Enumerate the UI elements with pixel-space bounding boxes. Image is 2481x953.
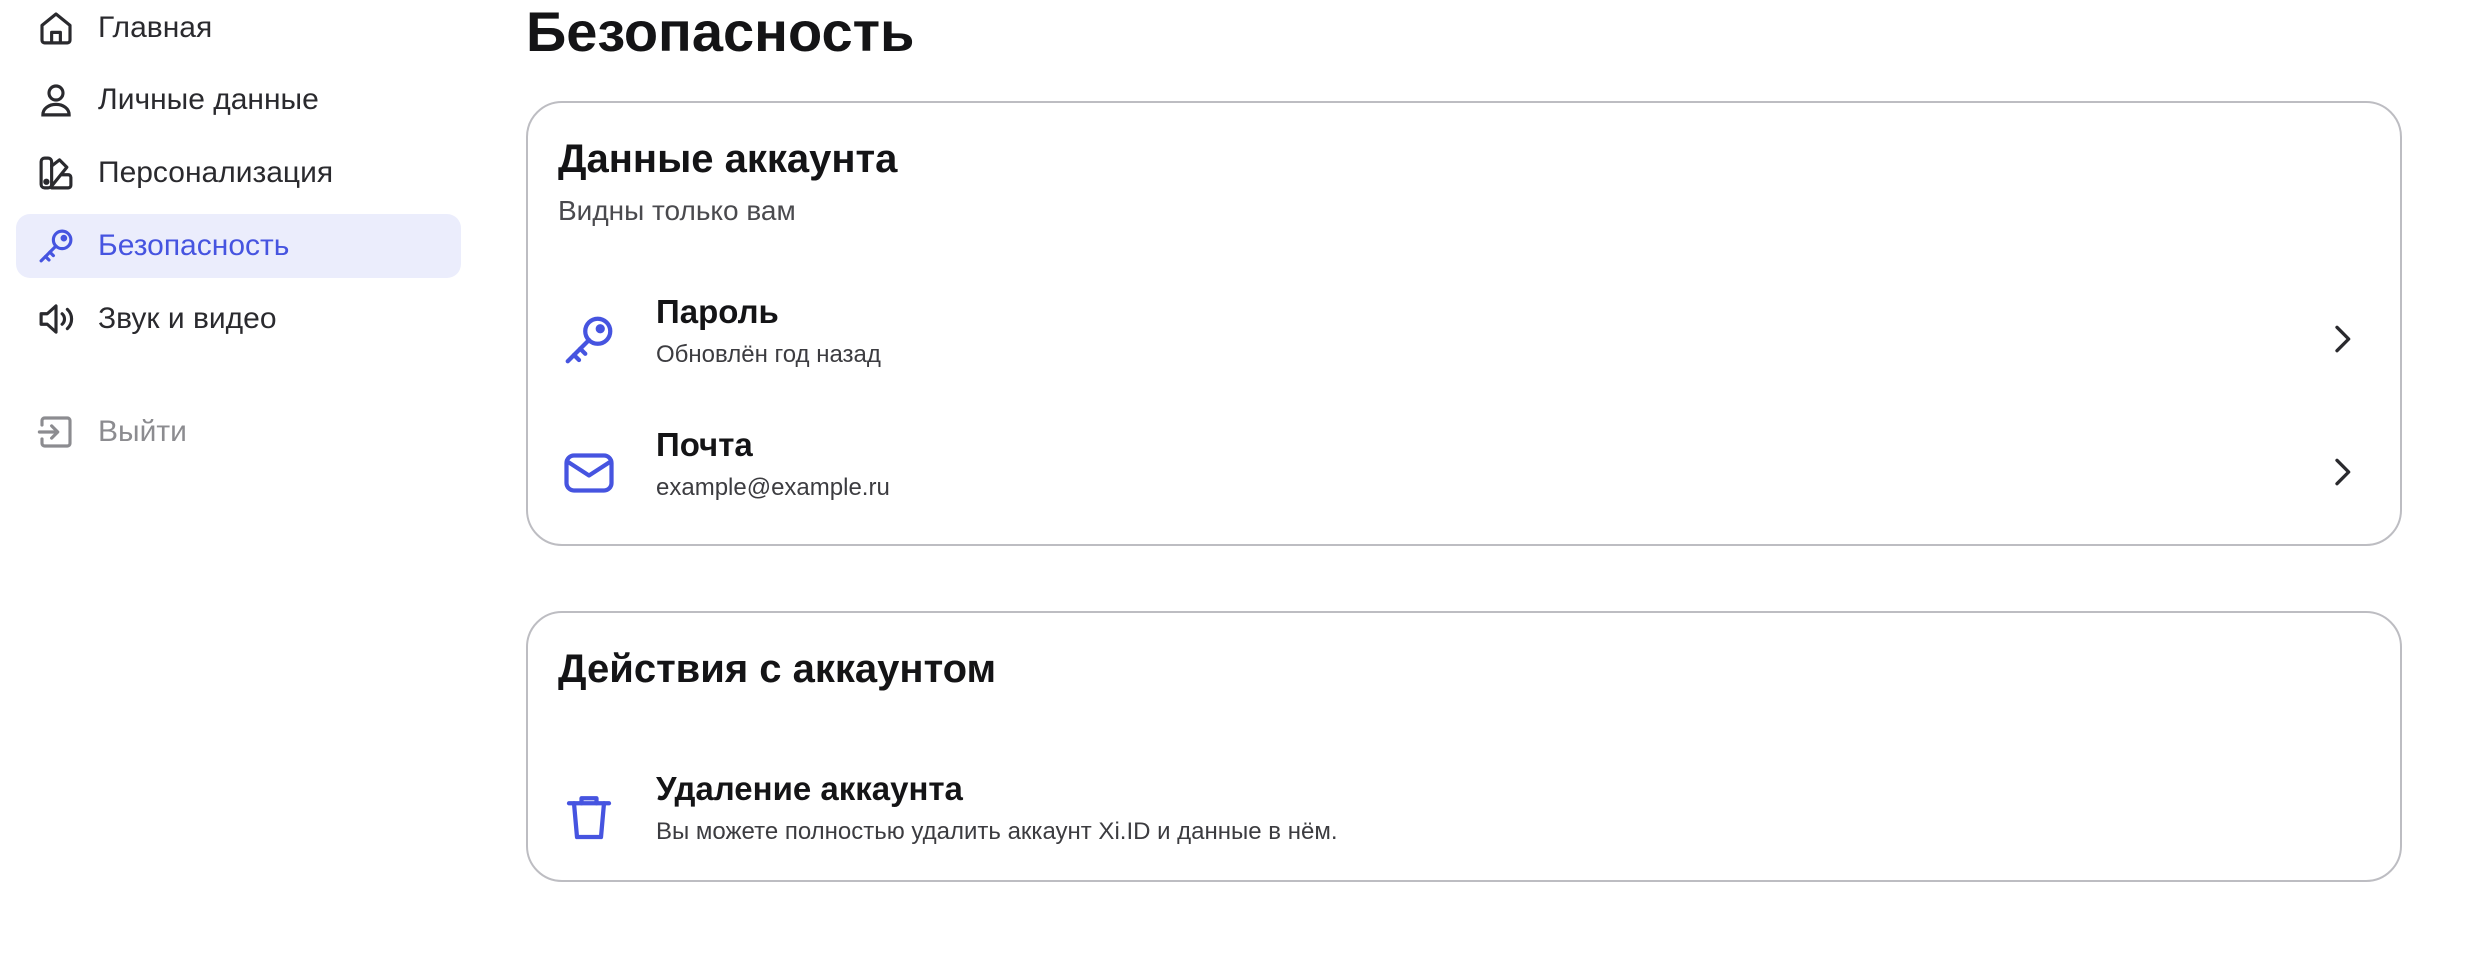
logout-button[interactable]: Выйти <box>16 400 461 464</box>
email-row[interactable]: Почта example@example.ru <box>528 416 2400 526</box>
mail-icon <box>558 442 620 504</box>
sidebar-item-sound-video[interactable]: Звук и видео <box>16 287 461 351</box>
sidebar-item-personalization[interactable]: Персонализация <box>16 141 461 205</box>
delete-account-row[interactable]: Удаление аккаунта Вы можете полностью уд… <box>528 760 2400 870</box>
account-actions-card: Действия с аккаунтом Удаление аккаунта В… <box>526 611 2402 882</box>
user-icon <box>34 78 78 122</box>
row-subtitle: Вы можете полностью удалить аккаунт Xi.I… <box>656 818 1338 845</box>
logout-label: Выйти <box>98 415 187 448</box>
chevron-right-icon <box>2322 319 2362 359</box>
row-subtitle: example@example.ru <box>656 474 890 501</box>
sidebar-item-label: Безопасность <box>98 229 290 262</box>
sidebar-item-home[interactable]: Главная <box>16 0 461 60</box>
sidebar-item-personal-data[interactable]: Личные данные <box>16 68 461 132</box>
row-subtitle: Обновлён год назад <box>656 341 881 368</box>
password-row[interactable]: Пароль Обновлён год назад <box>528 283 2400 393</box>
palette-icon <box>34 151 78 195</box>
sidebar-item-security[interactable]: Безопасность <box>16 214 461 278</box>
sidebar-item-label: Звук и видео <box>98 302 277 335</box>
speaker-icon <box>34 297 78 341</box>
page-title: Безопасность <box>526 0 915 63</box>
key-icon <box>34 224 78 268</box>
sidebar-item-label: Персонализация <box>98 156 334 189</box>
account-data-card: Данные аккаунта Видны только вам Пароль … <box>526 101 2402 546</box>
row-title: Удаление аккаунта <box>656 770 963 807</box>
card-subtitle: Видны только вам <box>558 195 796 226</box>
home-icon <box>34 6 78 50</box>
row-title: Пароль <box>656 293 779 330</box>
logout-icon <box>34 410 78 454</box>
card-title: Данные аккаунта <box>558 137 898 181</box>
key-icon <box>558 309 620 371</box>
sidebar-item-label: Личные данные <box>98 83 319 116</box>
sidebar-item-label: Главная <box>98 11 213 44</box>
chevron-right-icon <box>2322 452 2362 492</box>
card-title: Действия с аккаунтом <box>558 647 997 691</box>
row-title: Почта <box>656 426 753 463</box>
trash-icon <box>558 786 620 848</box>
